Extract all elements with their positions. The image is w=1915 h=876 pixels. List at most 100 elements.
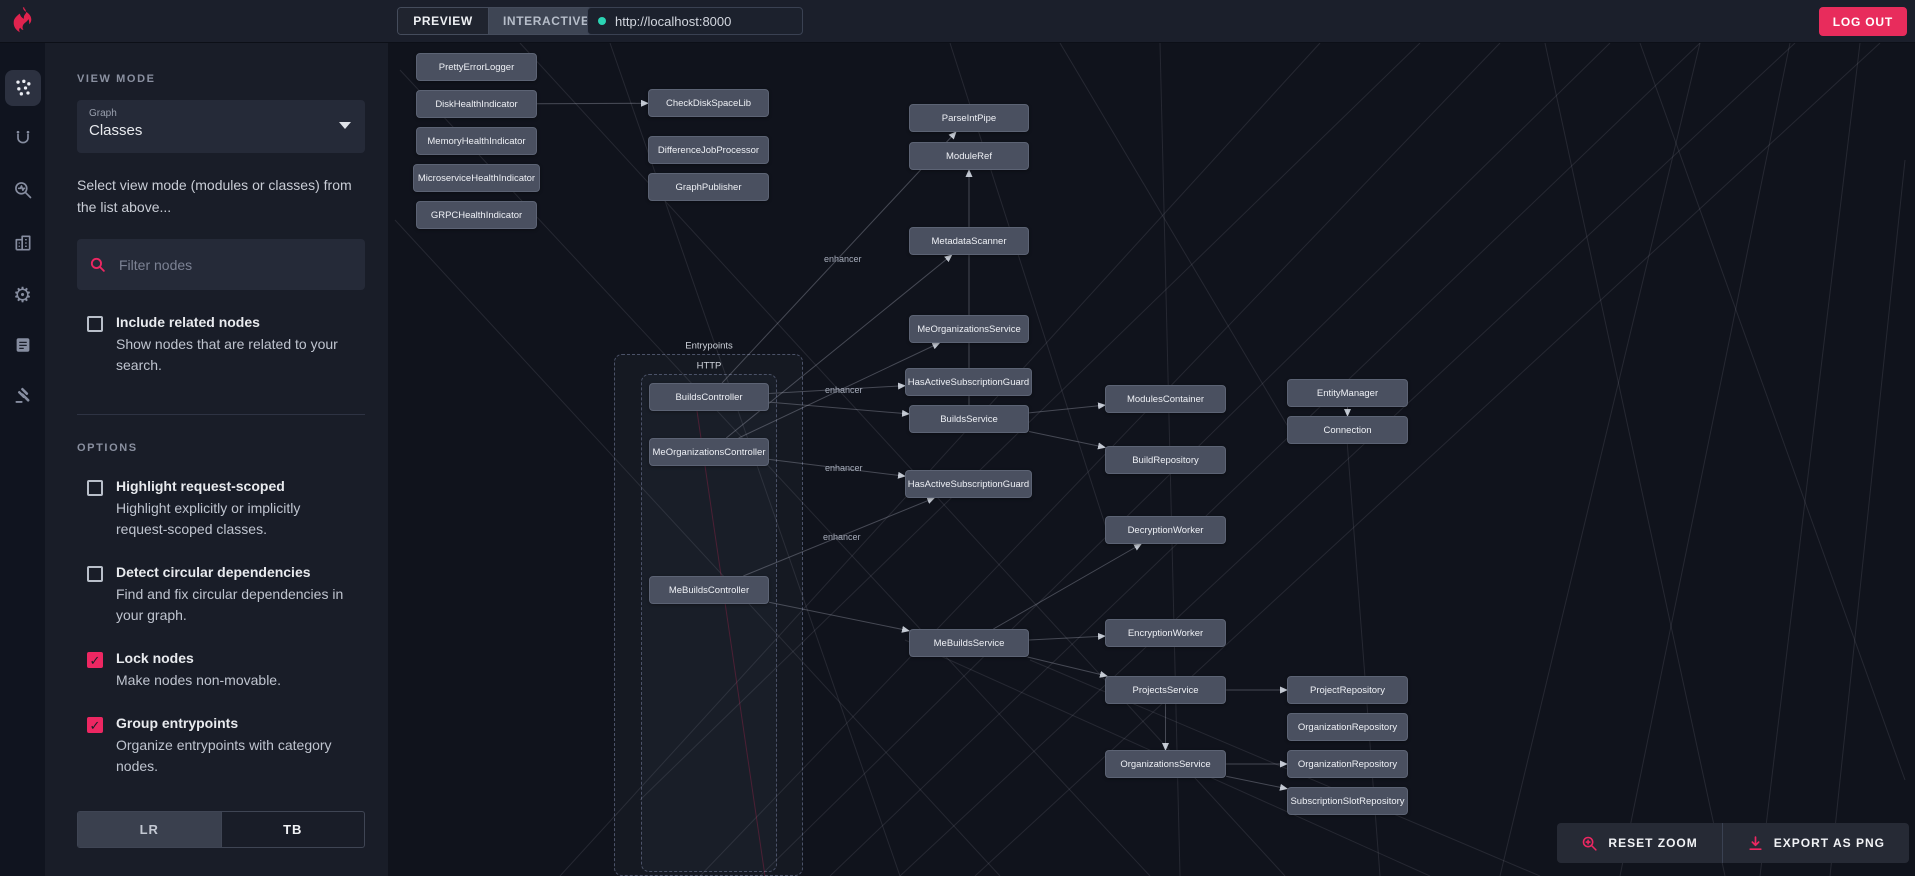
checkbox-label: Lock nodes [116,650,194,666]
graph-node-decrypt[interactable]: DecryptionWorker [1105,516,1226,544]
graph-node-connection[interactable]: Connection [1287,416,1408,444]
zoom-in-icon [1583,836,1598,851]
search-icon [90,257,105,272]
search-checkbox-list: Include related nodes Show nodes that are… [77,314,365,376]
checkbox-description: Show nodes that are related to your sear… [116,336,338,373]
layout-lr-button[interactable]: LR [78,812,221,847]
checkbox-label: Include related nodes [116,314,260,330]
view-mode-title: VIEW MODE [77,73,156,85]
graph-node-entitymgr[interactable]: EntityManager [1287,379,1408,407]
graph-node-micro[interactable]: MicroserviceHealthIndicator [413,164,540,192]
reset-zoom-label: RESET ZOOM [1608,836,1698,850]
top-bar: PREVIEW INTERACTIVE LOG OUT [0,0,1915,43]
edge-label-enhancer: enhancer [824,254,862,264]
nestjs-logo-icon [13,7,32,33]
checkbox-row: Highlight request-scoped Highlight explic… [77,478,365,540]
logs-document-icon[interactable] [5,327,41,363]
icon-rail: ⚙ [0,43,45,876]
graph-mode-select[interactable]: Graph Classes [77,100,365,153]
graph-node-modcontainer[interactable]: ModulesContainer [1105,385,1226,413]
canvas-controls-bar: RESET ZOOM EXPORT AS PNG [1557,823,1909,863]
edge-label-enhancer: enhancer [825,463,863,473]
checkbox-text: Highlight request-scoped Highlight explic… [116,478,351,540]
target-url-box [587,7,803,35]
online-status-dot [598,17,606,25]
checkbox-row: Detect circular dependencies Find and fix… [77,564,365,626]
graph-node-encrypt[interactable]: EncryptionWorker [1105,619,1226,647]
chevron-down-icon [339,122,351,129]
inspect-search-icon[interactable] [5,172,41,208]
checkbox-label: Detect circular dependencies [116,564,311,580]
graph-node-meorgctrl[interactable]: MeOrganizationsController [649,438,769,466]
graph-node-diffjob[interactable]: DifferenceJobProcessor [648,136,769,164]
checkbox-description: Highlight explicitly or implicitly reque… [116,500,301,537]
graph-node-projsvc[interactable]: ProjectsService [1105,676,1226,704]
edge-label-enhancer: enhancer [823,532,861,542]
graph-node-hasguard1[interactable]: HasActiveSubscriptionGuard [905,368,1032,396]
graph-node-orgrepo1[interactable]: OrganizationRepository [1287,713,1408,741]
edge-label-enhancer: enhancer [825,385,863,395]
sidebar-panel: VIEW MODE Graph Classes Select view mode… [45,43,388,876]
checkbox-text: Lock nodes Make nodes non-movable. [116,650,351,691]
graph-node-parseint[interactable]: ParseIntPipe [909,104,1029,132]
export-png-button[interactable]: EXPORT AS PNG [1721,823,1909,863]
target-url-input[interactable] [615,13,792,29]
graph-nodes-icon[interactable] [4,70,41,106]
reset-zoom-button[interactable]: RESET ZOOM [1557,823,1721,863]
checkbox-row: Include related nodes Show nodes that are… [77,314,365,376]
checkbox-text: Include related nodes Show nodes that are… [116,314,351,376]
filter-nodes-input[interactable] [119,256,353,273]
option-checkbox-1[interactable] [87,566,103,582]
download-icon [1749,835,1762,850]
graph-node-metascan[interactable]: MetadataScanner [909,227,1029,255]
checkbox-description: Make nodes non-movable. [116,672,281,688]
graph-node-meorgsvc[interactable]: MeOrganizationsService [909,315,1029,343]
checkbox-label: Group entrypoints [116,715,239,731]
options-checkbox-list: Highlight request-scoped Highlight explic… [77,478,365,777]
layout-tb-button[interactable]: TB [220,812,365,847]
search-checkbox-0[interactable] [87,316,103,332]
filter-nodes-box [77,239,365,290]
graph-node-graphpub[interactable]: GraphPublisher [648,173,769,201]
modules-buildings-icon[interactable] [5,225,41,261]
graph-node-projrepo[interactable]: ProjectRepository [1287,676,1408,704]
sidebar-divider [77,414,365,415]
checkbox-row: ✓ Group entrypoints Organize entrypoints w… [77,715,365,777]
layout-direction-toggle: LR TB [77,811,365,848]
option-checkbox-0[interactable] [87,480,103,496]
graph-node-pretty[interactable]: PrettyErrorLogger [416,53,537,81]
view-mode-hint: Select view mode (modules or classes) fr… [77,177,352,215]
route-icon[interactable] [5,120,41,156]
graph-node-checkdisk[interactable]: CheckDiskSpaceLib [648,89,769,117]
graph-node-mebuildssvc[interactable]: MeBuildsService [909,629,1029,657]
graph-node-buildssvc[interactable]: BuildsService [909,405,1029,433]
checkbox-row: ✓ Lock nodes Make nodes non-movable. [77,650,365,691]
options-title: OPTIONS [77,442,138,454]
graph-node-buildsctrl[interactable]: BuildsController [649,383,769,411]
checkbox-text: Group entrypoints Organize entrypoints wi… [116,715,351,777]
export-png-label: EXPORT AS PNG [1773,836,1885,850]
render-mode-tabs: PREVIEW INTERACTIVE [397,7,605,35]
rules-gavel-icon[interactable] [5,377,41,413]
option-checkbox-3[interactable]: ✓ [87,717,103,733]
graph-node-grpc[interactable]: GRPCHealthIndicator [416,201,537,229]
graph-node-orgsvc[interactable]: OrganizationsService [1105,750,1226,778]
settings-gear-icon[interactable]: ⚙ [5,277,41,313]
checkbox-description: Organize entrypoints with category nodes… [116,737,332,774]
tab-preview[interactable]: PREVIEW [398,8,488,34]
checkbox-label: Highlight request-scoped [116,478,285,494]
graph-node-buildrepo[interactable]: BuildRepository [1105,446,1226,474]
dropdown-value: Classes [89,122,143,139]
dropdown-label: Graph [89,108,117,119]
option-checkbox-2[interactable]: ✓ [87,652,103,668]
checkbox-description: Find and fix circular dependencies in yo… [116,586,344,623]
graph-node-moduleref[interactable]: ModuleRef [909,142,1029,170]
graph-node-subslot[interactable]: SubscriptionSlotRepository [1287,787,1408,815]
graph-node-memory[interactable]: MemoryHealthIndicator [416,127,537,155]
graph-node-hasguard2[interactable]: HasActiveSubscriptionGuard [905,470,1032,498]
graph-node-mebuildsctrl[interactable]: MeBuildsController [649,576,769,604]
logout-button[interactable]: LOG OUT [1818,7,1907,36]
graph-node-disk[interactable]: DiskHealthIndicator [416,90,537,118]
checkbox-text: Detect circular dependencies Find and fix… [116,564,351,626]
graph-node-orgrepo2[interactable]: OrganizationRepository [1287,750,1408,778]
